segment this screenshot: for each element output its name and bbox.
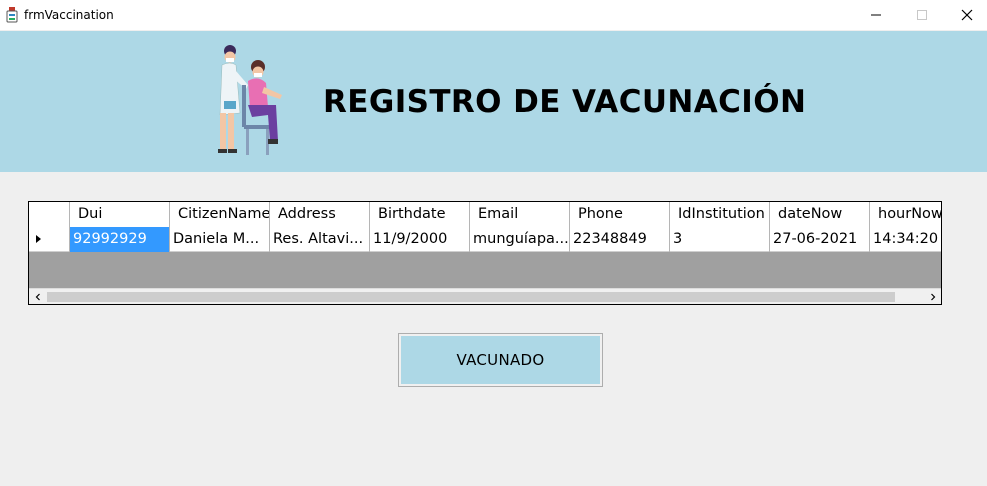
cell-email[interactable]: munguíapa... bbox=[470, 227, 570, 252]
header-banner: REGISTRO DE VACUNACIÓN bbox=[0, 31, 987, 172]
cell-phone[interactable]: 22348849 bbox=[570, 227, 670, 252]
window-title: frmVaccination bbox=[24, 8, 114, 22]
cell-address[interactable]: Res. Altavi... bbox=[270, 227, 370, 252]
minimize-button[interactable] bbox=[853, 0, 899, 30]
cell-birthdate[interactable]: 11/9/2000 bbox=[370, 227, 470, 252]
cell-citizenname[interactable]: Daniela M... bbox=[170, 227, 270, 252]
vacunado-button[interactable]: VACUNADO bbox=[398, 333, 603, 387]
maximize-button[interactable] bbox=[899, 0, 945, 30]
horizontal-scrollbar[interactable] bbox=[29, 288, 941, 304]
vaccine-app-icon bbox=[6, 7, 18, 23]
scroll-left-icon bbox=[35, 293, 40, 301]
close-icon bbox=[961, 9, 973, 21]
close-button[interactable] bbox=[944, 0, 987, 30]
scroll-right-button[interactable] bbox=[924, 289, 941, 304]
grid-corner-header[interactable] bbox=[29, 202, 70, 227]
maximize-icon bbox=[917, 10, 927, 20]
scroll-left-button[interactable] bbox=[29, 289, 46, 304]
vaccination-data-grid[interactable]: Dui CitizenName Address Birthdate Email … bbox=[28, 201, 942, 305]
cell-datenow[interactable]: 27-06-2021 bbox=[770, 227, 870, 252]
column-header-address[interactable]: Address bbox=[270, 202, 370, 227]
column-header-email[interactable]: Email bbox=[470, 202, 570, 227]
column-header-idinstitution[interactable]: IdInstitution bbox=[670, 202, 770, 227]
column-header-citizenname[interactable]: CitizenName bbox=[170, 202, 270, 227]
column-header-phone[interactable]: Phone bbox=[570, 202, 670, 227]
row-header[interactable] bbox=[29, 227, 70, 252]
table-row[interactable]: 92992929 Daniela M... Res. Altavi... 11/… bbox=[29, 227, 941, 252]
cell-dui[interactable]: 92992929 bbox=[70, 227, 170, 252]
scrollbar-thumb[interactable] bbox=[47, 292, 895, 302]
page-title: REGISTRO DE VACUNACIÓN bbox=[323, 84, 807, 120]
cell-idinstitution[interactable]: 3 bbox=[670, 227, 770, 252]
minimize-icon bbox=[871, 14, 881, 16]
scroll-right-icon bbox=[930, 293, 935, 301]
cell-hournow[interactable]: 14:34:20 bbox=[870, 227, 941, 252]
column-header-datenow[interactable]: dateNow bbox=[770, 202, 870, 227]
vaccination-illustration bbox=[218, 45, 282, 155]
column-header-hournow[interactable]: hourNow bbox=[870, 202, 941, 227]
grid-header-row: Dui CitizenName Address Birthdate Email … bbox=[29, 202, 941, 228]
column-header-birthdate[interactable]: Birthdate bbox=[370, 202, 470, 227]
window-titlebar: frmVaccination bbox=[0, 0, 987, 30]
row-pointer-icon bbox=[36, 235, 41, 243]
column-header-dui[interactable]: Dui bbox=[70, 202, 170, 227]
vacunado-button-label: VACUNADO bbox=[401, 336, 600, 384]
